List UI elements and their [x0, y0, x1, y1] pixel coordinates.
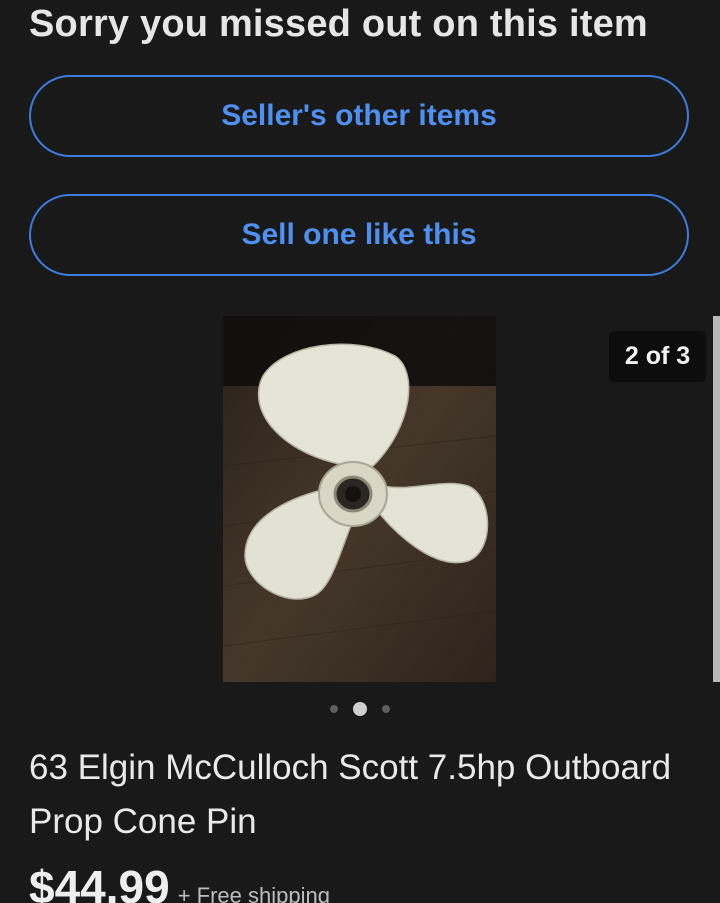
next-image-peek[interactable] — [713, 316, 720, 682]
sellers-other-items-button[interactable]: Seller's other items — [29, 75, 689, 157]
pagination-dot[interactable] — [330, 705, 338, 713]
carousel-pagination — [0, 700, 720, 718]
price-row: $44.99 + Free shipping — [29, 860, 330, 903]
pagination-dot-active[interactable] — [353, 702, 367, 716]
listing-title: 63 Elgin McCulloch Scott 7.5hp Outboard … — [29, 748, 672, 841]
propeller-image — [223, 316, 496, 682]
listing-price: $44.99 — [29, 861, 170, 903]
shipping-info: + Free shipping — [177, 883, 330, 903]
image-counter-badge: 2 of 3 — [609, 331, 706, 382]
pagination-dot[interactable] — [382, 705, 390, 713]
product-photo[interactable] — [223, 316, 496, 682]
sell-one-like-this-button[interactable]: Sell one like this — [29, 194, 689, 276]
image-gallery[interactable]: 2 of 3 — [0, 316, 720, 682]
missed-out-headline: Sorry you missed out on this item — [29, 3, 648, 45]
